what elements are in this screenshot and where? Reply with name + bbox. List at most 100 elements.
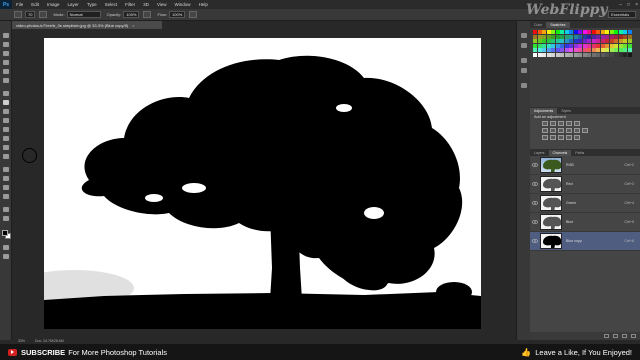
color-swatch[interactable] <box>578 34 582 39</box>
color-swatch[interactable] <box>551 34 555 39</box>
color-swatch[interactable] <box>618 52 623 57</box>
color-swatch[interactable] <box>627 43 632 48</box>
color-swatch[interactable] <box>609 52 614 57</box>
color-swatch[interactable] <box>569 48 573 52</box>
menu-3d[interactable]: 3D <box>139 2 153 7</box>
color-swatch[interactable] <box>605 52 609 57</box>
mode-select[interactable]: Normal <box>66 11 101 18</box>
hue-saturation-icon[interactable] <box>542 128 548 133</box>
type-tool-icon[interactable] <box>3 176 9 181</box>
eyedropper-tool-icon[interactable] <box>3 78 9 83</box>
color-swatch[interactable] <box>542 30 546 34</box>
color-swatch[interactable] <box>564 30 569 34</box>
menu-file[interactable]: File <box>12 2 27 7</box>
color-swatch[interactable] <box>551 39 555 43</box>
color-swatch[interactable] <box>542 48 546 52</box>
eraser-tool-icon[interactable] <box>3 127 9 132</box>
maximize-icon[interactable]: □ <box>627 2 630 8</box>
pen-tool-icon[interactable] <box>3 167 9 172</box>
delete-channel-icon[interactable] <box>631 334 636 338</box>
channel-row[interactable]: Red Ctrl+3 <box>530 175 640 194</box>
menu-image[interactable]: Image <box>43 2 64 7</box>
color-swatch[interactable] <box>546 48 551 52</box>
tab-adjustments[interactable]: Adjustments <box>530 108 558 114</box>
color-swatch[interactable] <box>605 30 609 34</box>
color-swatch[interactable] <box>546 52 551 57</box>
channel-row[interactable]: Blue Ctrl+5 <box>530 213 640 232</box>
color-swatch[interactable] <box>614 52 618 57</box>
color-swatch[interactable] <box>587 30 591 34</box>
color-swatch[interactable] <box>582 34 587 39</box>
color-swatch[interactable] <box>569 30 573 34</box>
color-swatch[interactable] <box>560 52 564 57</box>
color-swatch[interactable] <box>582 39 587 43</box>
color-swatch[interactable] <box>591 43 596 48</box>
color-swatch[interactable] <box>542 43 546 48</box>
curves-icon[interactable] <box>558 121 564 126</box>
color-swatch[interactable] <box>542 39 546 43</box>
channel-row[interactable]: Green Ctrl+4 <box>530 194 640 213</box>
quick-mask-icon[interactable] <box>3 245 9 250</box>
color-swatch[interactable] <box>560 34 564 39</box>
gradient-tool-icon[interactable] <box>3 136 9 141</box>
color-swatch[interactable] <box>582 43 587 48</box>
color-swatch[interactable] <box>609 39 614 43</box>
quick-select-tool-icon[interactable] <box>3 60 9 65</box>
color-swatch[interactable] <box>614 30 618 34</box>
brush-tool-icon[interactable] <box>3 100 9 105</box>
color-swatch[interactable] <box>587 39 591 43</box>
color-swatch[interactable] <box>555 52 560 57</box>
color-swatch[interactable] <box>569 43 573 48</box>
color-swatch[interactable] <box>618 30 623 34</box>
threshold-icon[interactable] <box>558 135 564 140</box>
color-swatch[interactable] <box>533 48 537 52</box>
color-lookup-icon[interactable] <box>582 128 588 133</box>
color-swatch[interactable] <box>537 48 542 52</box>
history-panel-icon[interactable] <box>521 33 527 38</box>
color-swatch[interactable] <box>609 34 614 39</box>
color-swatch[interactable] <box>551 52 555 57</box>
color-swatch[interactable] <box>533 52 537 57</box>
color-swatch[interactable] <box>591 52 596 57</box>
color-swatch[interactable] <box>591 34 596 39</box>
color-swatch[interactable] <box>533 39 537 43</box>
color-swatch[interactable] <box>591 30 596 34</box>
gradient-map-icon[interactable] <box>566 135 572 140</box>
color-swatch[interactable] <box>555 43 560 48</box>
color-swatch[interactable] <box>627 52 632 57</box>
color-swatch[interactable] <box>614 48 618 52</box>
color-swatch[interactable] <box>600 52 605 57</box>
color-swatch[interactable] <box>600 43 605 48</box>
screen-mode-icon[interactable] <box>3 254 9 259</box>
color-swatch[interactable] <box>582 30 587 34</box>
color-swatch[interactable] <box>587 48 591 52</box>
load-selection-icon[interactable] <box>604 334 609 338</box>
color-swatch[interactable] <box>614 43 618 48</box>
color-swatch[interactable] <box>623 30 627 34</box>
color-swatch[interactable] <box>623 52 627 57</box>
color-swatch[interactable] <box>623 48 627 52</box>
color-swatch[interactable] <box>609 43 614 48</box>
color-swatch[interactable] <box>546 30 551 34</box>
dodge-tool-icon[interactable] <box>3 154 9 159</box>
menu-window[interactable]: Window <box>171 2 195 7</box>
color-swatch[interactable] <box>605 48 609 52</box>
color-swatch[interactable] <box>564 52 569 57</box>
foreground-color-swatch[interactable] <box>2 230 8 236</box>
color-swatch[interactable] <box>596 52 600 57</box>
color-swatch[interactable] <box>578 39 582 43</box>
color-swatch[interactable] <box>596 34 600 39</box>
color-swatch[interactable] <box>564 48 569 52</box>
color-swatch[interactable] <box>627 30 632 34</box>
info-panel-icon[interactable] <box>521 83 527 88</box>
menu-filter[interactable]: Filter <box>121 2 139 7</box>
move-tool-icon[interactable] <box>3 33 9 38</box>
color-swatch[interactable] <box>560 30 564 34</box>
color-swatch[interactable] <box>582 52 587 57</box>
minimize-icon[interactable]: – <box>619 2 622 8</box>
color-balance-icon[interactable] <box>550 128 556 133</box>
tab-styles[interactable]: Styles <box>557 108 575 114</box>
path-select-tool-icon[interactable] <box>3 185 9 190</box>
color-swatch[interactable] <box>609 30 614 34</box>
color-swatch[interactable] <box>600 30 605 34</box>
